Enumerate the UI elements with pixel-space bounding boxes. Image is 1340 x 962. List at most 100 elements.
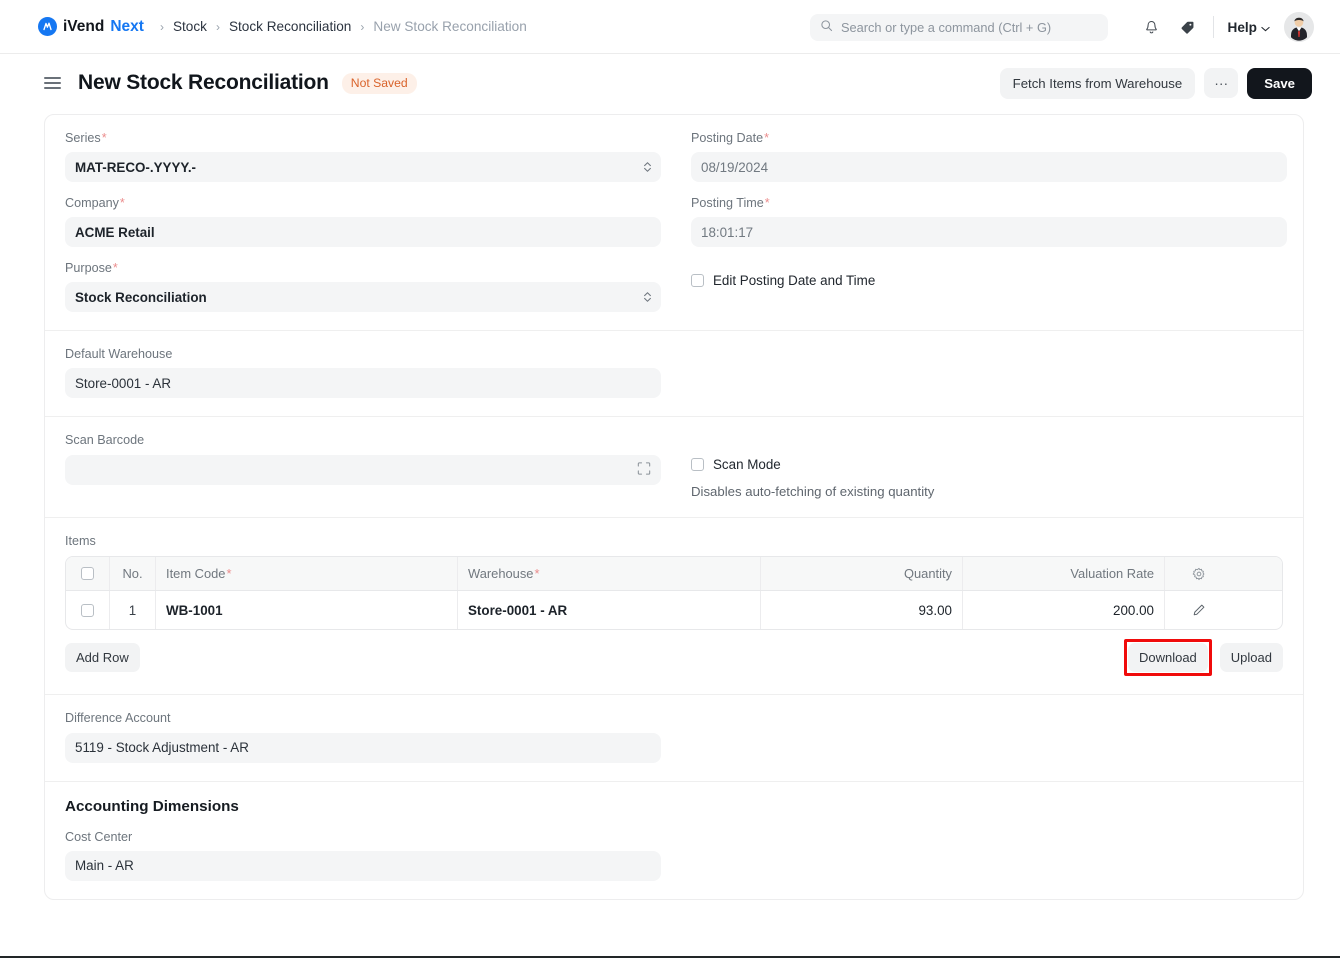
logo-icon	[38, 17, 57, 36]
cost-center-input[interactable]: Main - AR	[65, 850, 661, 881]
global-search[interactable]	[810, 14, 1108, 41]
section-difference-account: Difference Account 5119 - Stock Adjustme…	[45, 695, 1303, 782]
chevron-updown-icon	[643, 291, 652, 303]
field-scan-barcode: Scan Barcode	[65, 433, 661, 485]
company-input[interactable]: ACME Retail	[65, 217, 661, 248]
required-asterisk: *	[112, 261, 118, 276]
field-posting-date: Posting Date* 08/19/2024	[691, 131, 1287, 183]
column-right	[691, 830, 1287, 881]
row-select-checkbox[interactable]	[81, 603, 94, 617]
edit-posting-datetime-checkbox[interactable]	[691, 274, 704, 288]
save-button[interactable]: Save	[1247, 67, 1312, 99]
app-logo[interactable]: iVend Next	[38, 17, 144, 36]
fetch-items-from-warehouse-button[interactable]: Fetch Items from Warehouse	[999, 67, 1196, 99]
field-edit-posting-datetime: Edit Posting Date and Time	[691, 273, 1287, 288]
required-asterisk: *	[101, 131, 107, 145]
more-options-button[interactable]: ···	[1204, 68, 1239, 98]
cost-center-label: Cost Center	[65, 829, 133, 844]
search-input[interactable]	[841, 14, 1098, 41]
scan-mode-label[interactable]: Scan Mode	[713, 457, 781, 472]
field-posting-time: Posting Time* 18:01:17	[691, 196, 1287, 248]
breadcrumb: › Stock › Stock Reconciliation › New Sto…	[160, 19, 527, 34]
difference-account-input[interactable]: 5119 - Stock Adjustment - AR	[65, 732, 661, 763]
breadcrumb-item-stock-reconciliation[interactable]: Stock Reconciliation	[229, 19, 351, 34]
hamburger-icon[interactable]	[44, 77, 61, 89]
pencil-icon[interactable]	[1192, 603, 1206, 617]
scan-mode-hint: Disables auto-fetching of existing quant…	[691, 484, 935, 500]
page-bottom-rule	[0, 956, 1340, 958]
breadcrumb-item-current: New Stock Reconciliation	[373, 19, 527, 34]
field-difference-account: Difference Account 5119 - Stock Adjustme…	[65, 711, 661, 763]
row-edit-cell	[1165, 591, 1233, 629]
field-cost-center: Cost Center Main - AR	[65, 830, 661, 881]
add-row-button[interactable]: Add Row	[65, 643, 140, 673]
page-title: New Stock Reconciliation	[78, 71, 329, 94]
scan-mode-checkbox[interactable]	[691, 458, 704, 472]
required-asterisk: *	[534, 566, 540, 582]
field-purpose: Purpose* Stock Reconciliation	[65, 261, 661, 313]
column-left: Cost Center Main - AR	[65, 830, 661, 881]
select-all-checkbox[interactable]	[81, 567, 94, 581]
required-asterisk: *	[764, 196, 770, 211]
column-header-quantity: Quantity	[761, 557, 963, 591]
company-value: ACME Retail	[75, 224, 155, 240]
navbar-actions: Help	[1141, 0, 1314, 54]
section-accounting-dimensions: Accounting Dimensions Cost Center Main -…	[45, 782, 1303, 899]
column-header-item-code: Item Code *	[156, 557, 458, 591]
select-all-header	[66, 557, 110, 591]
column-left: Series* MAT-RECO-.YYYY.- Company* ACME R…	[65, 131, 661, 313]
row-valuation-rate[interactable]: 200.00	[963, 591, 1165, 630]
column-right: Posting Date* 08/19/2024 Posting Time* 1…	[691, 131, 1287, 312]
scan-icon[interactable]	[637, 461, 651, 478]
series-value: MAT-RECO-.YYYY.-	[75, 159, 197, 175]
posting-time-label: Posting Time*	[691, 196, 770, 211]
required-asterisk: *	[226, 566, 232, 582]
posting-date-value: 08/19/2024	[701, 159, 769, 175]
scan-barcode-input[interactable]	[65, 454, 661, 485]
download-button[interactable]: Download	[1127, 643, 1208, 673]
brand-name-primary: iVend	[63, 17, 105, 35]
column-left: Scan Barcode	[65, 433, 661, 499]
series-select[interactable]: MAT-RECO-.YYYY.-	[65, 152, 661, 183]
purpose-value: Stock Reconciliation	[75, 289, 207, 305]
bell-icon[interactable]	[1141, 16, 1163, 38]
column-right	[691, 711, 1287, 762]
avatar[interactable]	[1284, 12, 1314, 42]
cost-center-value: Main - AR	[75, 858, 134, 874]
row-select-cell	[66, 591, 110, 630]
gear-icon[interactable]	[1192, 567, 1206, 581]
default-warehouse-label: Default Warehouse	[65, 347, 173, 362]
table-row[interactable]: 1 WB-1001 Store-0001 - AR 93.00 200.00	[66, 591, 1282, 630]
upload-button[interactable]: Upload	[1219, 643, 1283, 673]
row-item-code[interactable]: WB-1001	[156, 591, 458, 630]
download-button-annotation: Download	[1123, 639, 1212, 677]
section-primary-details: Series* MAT-RECO-.YYYY.- Company* ACME R…	[45, 115, 1303, 332]
breadcrumb-separator-0: ›	[159, 19, 164, 34]
row-quantity[interactable]: 93.00	[761, 591, 963, 630]
tag-icon[interactable]	[1177, 16, 1199, 38]
purpose-select[interactable]: Stock Reconciliation	[65, 282, 661, 313]
default-warehouse-value: Store-0001 - AR	[75, 375, 172, 391]
help-label: Help	[1227, 19, 1257, 35]
posting-date-input[interactable]: 08/19/2024	[691, 152, 1287, 183]
posting-time-input[interactable]: 18:01:17	[691, 217, 1287, 248]
required-asterisk: *	[119, 196, 125, 211]
field-company: Company* ACME Retail	[65, 196, 661, 248]
chevron-down-icon	[1261, 20, 1270, 35]
column-header-warehouse: Warehouse *	[458, 557, 761, 591]
page-header-actions: Fetch Items from Warehouse ··· Save	[999, 67, 1312, 99]
row-no: 1	[110, 591, 156, 630]
help-menu[interactable]: Help	[1228, 20, 1270, 35]
posting-date-label: Posting Date*	[691, 131, 770, 145]
chevron-updown-icon	[643, 161, 652, 173]
default-warehouse-input[interactable]: Store-0001 - AR	[65, 368, 661, 399]
field-default-warehouse: Default Warehouse Store-0001 - AR	[65, 347, 661, 399]
required-asterisk: *	[764, 131, 770, 145]
search-icon	[820, 19, 833, 37]
breadcrumb-item-stock[interactable]: Stock	[173, 19, 207, 34]
column-header-no: No.	[110, 557, 156, 591]
row-warehouse[interactable]: Store-0001 - AR	[458, 591, 761, 630]
edit-posting-datetime-label[interactable]: Edit Posting Date and Time	[713, 273, 875, 288]
column-left: Default Warehouse Store-0001 - AR	[65, 347, 661, 399]
top-navbar: iVend Next › Stock › Stock Reconciliation…	[0, 0, 1340, 54]
